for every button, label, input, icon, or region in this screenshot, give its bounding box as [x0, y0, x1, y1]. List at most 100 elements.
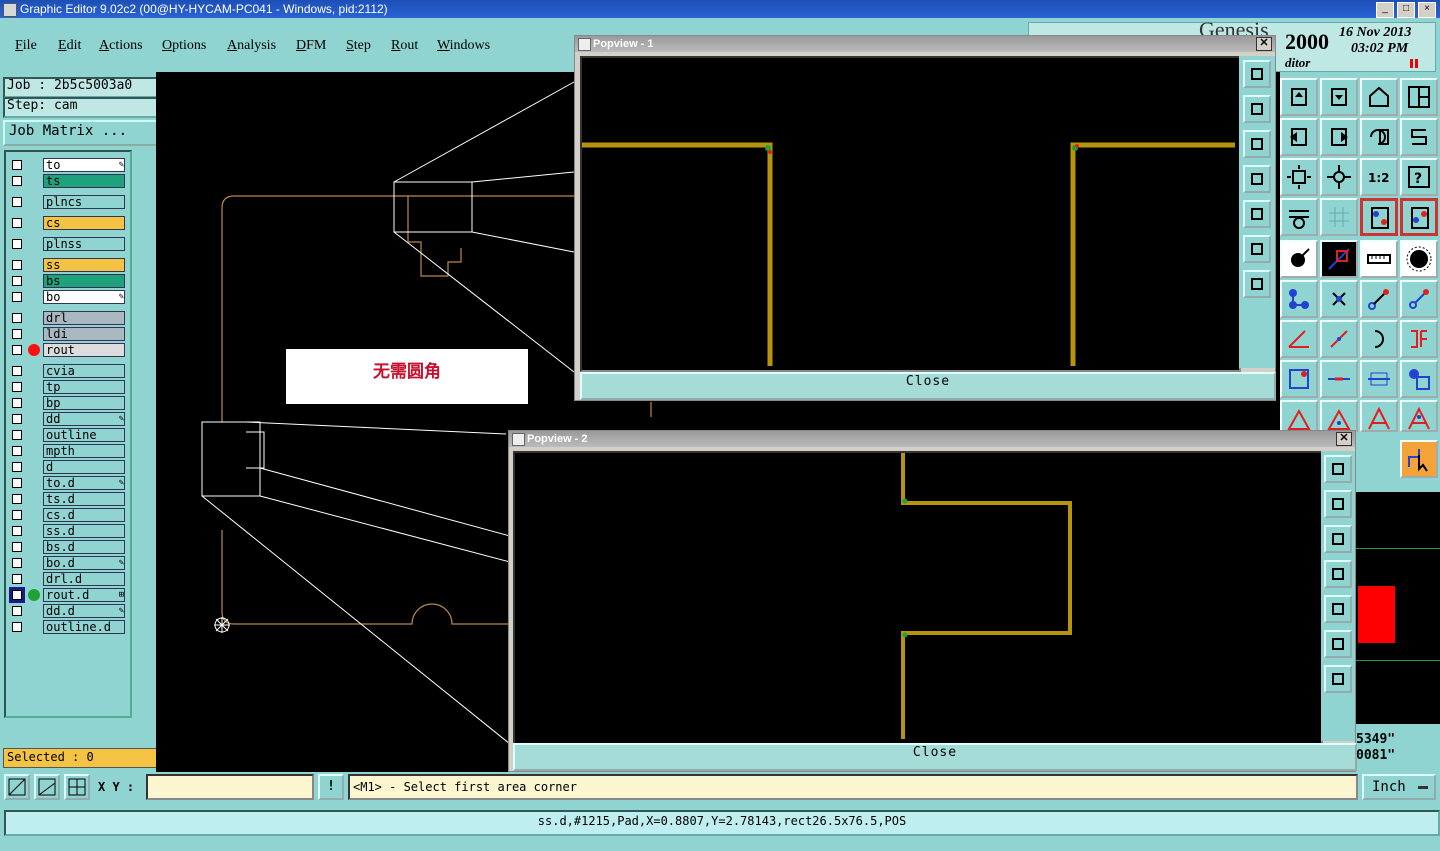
layer-row[interactable]: cvia: [8, 364, 128, 378]
layer-row[interactable]: drl.d: [8, 572, 128, 586]
feature-select-icon[interactable]: [1280, 240, 1318, 278]
layer-checkbox[interactable]: [12, 542, 22, 552]
layer-name[interactable]: ts.d: [43, 492, 125, 506]
layer-name[interactable]: rout.d: [43, 588, 125, 602]
menu-file[interactable]: File: [15, 38, 37, 54]
units-select[interactable]: Inch: [1362, 774, 1436, 800]
pan-right-icon[interactable]: [1320, 118, 1358, 156]
layer-row[interactable]: bs: [8, 274, 128, 288]
layer-name[interactable]: ss.d: [43, 524, 125, 538]
home-icon[interactable]: [1360, 78, 1398, 116]
layer-name[interactable]: cvia: [43, 364, 125, 378]
alert-icon[interactable]: !: [318, 774, 344, 800]
help-icon[interactable]: ?: [1400, 158, 1438, 196]
popview-1-pan-down-icon[interactable]: [1243, 130, 1271, 158]
layer-name[interactable]: rout: [43, 343, 125, 357]
popview-2-close-icon[interactable]: ✕: [1336, 432, 1352, 446]
menu-dfm[interactable]: DFM: [296, 38, 326, 54]
layer-name[interactable]: bo.d: [43, 556, 125, 570]
layer-name[interactable]: ss: [43, 258, 125, 272]
layer-checkbox[interactable]: [12, 329, 22, 339]
redraw-icon[interactable]: [1400, 118, 1438, 156]
layer-checkbox[interactable]: [12, 366, 22, 376]
tool-bottom-icon[interactable]: [1320, 78, 1358, 116]
flip-icon[interactable]: [1400, 320, 1438, 358]
layer-checkbox[interactable]: [12, 478, 22, 488]
minimize-button[interactable]: _: [1376, 2, 1394, 18]
layer-name[interactable]: ldi: [43, 327, 125, 341]
popview-1-center-icon[interactable]: [1243, 270, 1271, 298]
arch-icon[interactable]: [1360, 400, 1398, 432]
layer-row[interactable]: ss: [8, 258, 128, 272]
layer-name[interactable]: tp: [43, 380, 125, 394]
shapes-icon[interactable]: [1400, 360, 1438, 398]
triangle-alt-icon[interactable]: [1320, 400, 1358, 432]
pad-icon[interactable]: [1400, 240, 1438, 278]
layer-checkbox[interactable]: [12, 218, 22, 228]
layer-row[interactable]: rout: [8, 343, 128, 357]
layer-row[interactable]: cs.d: [8, 508, 128, 522]
arc-icon[interactable]: [1360, 320, 1398, 358]
layer-checkbox[interactable]: [12, 494, 22, 504]
layer-checkbox[interactable]: [12, 260, 22, 270]
layer-name[interactable]: bs: [43, 274, 125, 288]
ruler-icon[interactable]: [1360, 240, 1398, 278]
layer-checkbox[interactable]: [12, 398, 22, 408]
layer-name[interactable]: drl.d: [43, 572, 125, 586]
line-tool-alt-icon[interactable]: [1400, 280, 1438, 318]
layer-name[interactable]: ts: [43, 174, 125, 188]
layer-row[interactable]: cs: [8, 216, 128, 230]
popview-1-fit-icon[interactable]: [1243, 235, 1271, 263]
layer-checkbox[interactable]: [12, 462, 22, 472]
layer-row[interactable]: drl: [8, 311, 128, 325]
layer-checkbox[interactable]: [12, 313, 22, 323]
popview-2-pan-up-icon[interactable]: [1324, 490, 1352, 518]
popview-1-pan-right-icon[interactable]: [1243, 200, 1271, 228]
layer-checkbox[interactable]: [12, 430, 22, 440]
layer-name[interactable]: plncs: [43, 195, 125, 209]
job-matrix-button[interactable]: Job Matrix ...: [3, 120, 159, 146]
menu-rout[interactable]: Rout: [391, 38, 418, 54]
layer-row[interactable]: bo ✎: [8, 290, 128, 304]
pan-left-icon[interactable]: [1280, 118, 1318, 156]
layer-checkbox[interactable]: [12, 176, 22, 186]
layer-checkbox[interactable]: [12, 197, 22, 207]
zoom-fit-icon[interactable]: [1280, 158, 1318, 196]
layer-row[interactable]: outline: [8, 428, 128, 442]
layer-name[interactable]: to: [43, 158, 125, 172]
grid-snap-icon[interactable]: [64, 774, 90, 800]
line-width-icon[interactable]: [1320, 360, 1358, 398]
arch-alt-icon[interactable]: [1400, 400, 1438, 432]
slash-icon[interactable]: [1320, 320, 1358, 358]
layer-checkbox[interactable]: [9, 587, 25, 603]
popview-2-pan-left-icon[interactable]: [1324, 560, 1352, 588]
layer-name[interactable]: outline.d: [43, 620, 125, 634]
layer-name[interactable]: drl: [43, 311, 125, 325]
snap-mode-alt-icon[interactable]: [1400, 198, 1438, 236]
measure-icon[interactable]: [1320, 240, 1358, 278]
popview-1-zoom-icon[interactable]: [1243, 60, 1271, 88]
layer-row[interactable]: plnss: [8, 237, 128, 251]
popview-1-close-button[interactable]: Close: [580, 372, 1276, 400]
layer-checkbox[interactable]: [12, 239, 22, 249]
layer-name[interactable]: bp: [43, 396, 125, 410]
dimension-icon[interactable]: [1360, 360, 1398, 398]
popview-2-center-icon[interactable]: [1324, 665, 1352, 693]
pad-edit-icon[interactable]: [1280, 360, 1318, 398]
layer-row[interactable]: rout.d ⊞: [8, 587, 128, 603]
layer-row[interactable]: to ✎: [8, 158, 128, 172]
layer-row[interactable]: ts.d: [8, 492, 128, 506]
grid-icon[interactable]: [1320, 198, 1358, 236]
popview-2-close-button[interactable]: Close: [513, 743, 1357, 771]
popview-1-titlebar[interactable]: Popview - 1 ✕: [575, 36, 1275, 52]
layer-row[interactable]: bs.d: [8, 540, 128, 554]
xy-input[interactable]: [146, 774, 314, 800]
zoom-center-icon[interactable]: [1320, 158, 1358, 196]
palette-icon[interactable]: [1280, 198, 1318, 236]
layer-row[interactable]: to.d ✎: [8, 476, 128, 490]
layer-name[interactable]: bs.d: [43, 540, 125, 554]
layer-checkbox[interactable]: [12, 382, 22, 392]
layer-name[interactable]: dd.d: [43, 604, 125, 618]
layer-row[interactable]: ldi: [8, 327, 128, 341]
layer-checkbox[interactable]: [12, 526, 22, 536]
